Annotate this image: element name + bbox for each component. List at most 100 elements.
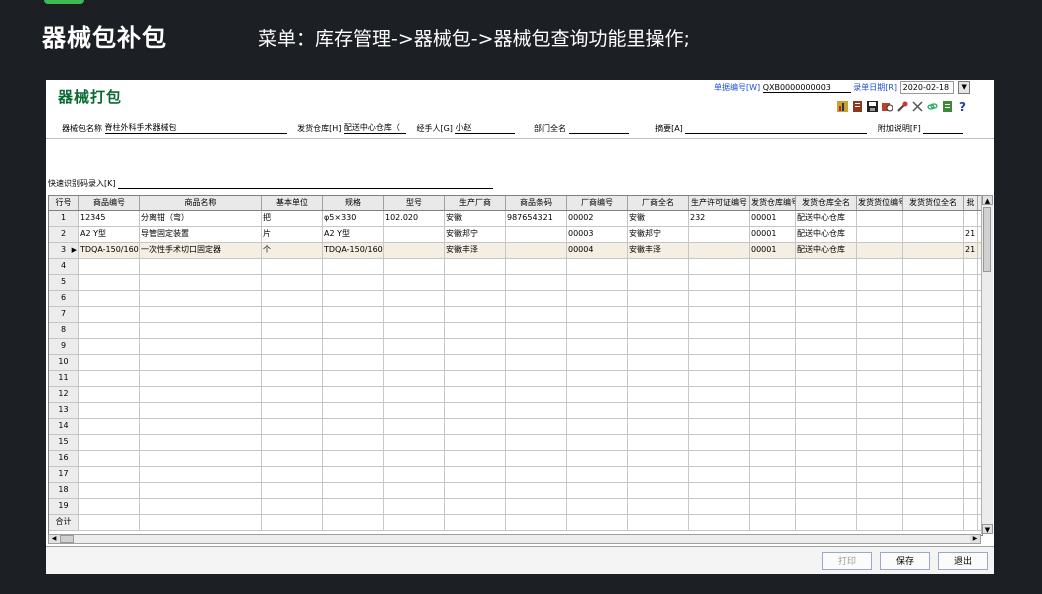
table-cell[interactable] bbox=[628, 291, 689, 306]
table-cell[interactable] bbox=[567, 467, 628, 482]
table-cell[interactable] bbox=[567, 291, 628, 306]
table-cell[interactable] bbox=[384, 483, 445, 498]
table-cell[interactable] bbox=[964, 291, 978, 306]
table-cell[interactable] bbox=[689, 387, 750, 402]
table-cell[interactable] bbox=[506, 451, 567, 466]
scroll-left-icon[interactable]: ◀ bbox=[49, 535, 59, 543]
table-cell[interactable] bbox=[628, 339, 689, 354]
table-cell[interactable] bbox=[903, 339, 964, 354]
table-cell[interactable] bbox=[903, 259, 964, 274]
table-row[interactable]: 6 bbox=[49, 291, 982, 307]
print-preview-icon[interactable] bbox=[881, 100, 894, 113]
table-cell[interactable] bbox=[506, 355, 567, 370]
table-cell[interactable] bbox=[445, 419, 506, 434]
grid-header-cell[interactable]: 厂商编号 bbox=[567, 196, 628, 210]
table-cell[interactable] bbox=[445, 307, 506, 322]
print-button[interactable]: 打印 bbox=[822, 552, 872, 570]
table-cell[interactable] bbox=[903, 307, 964, 322]
table-row[interactable]: 17 bbox=[49, 467, 982, 483]
table-cell[interactable] bbox=[506, 259, 567, 274]
table-cell[interactable] bbox=[567, 323, 628, 338]
table-cell[interactable] bbox=[79, 323, 140, 338]
table-cell[interactable] bbox=[857, 483, 903, 498]
table-cell[interactable] bbox=[689, 339, 750, 354]
table-cell[interactable] bbox=[628, 435, 689, 450]
table-cell[interactable]: 00004 bbox=[567, 243, 628, 258]
table-cell[interactable] bbox=[628, 419, 689, 434]
table-cell[interactable]: 导管固定装置 bbox=[140, 227, 262, 242]
table-cell[interactable]: TDQA-150/160- bbox=[79, 243, 140, 258]
table-cell[interactable] bbox=[140, 435, 262, 450]
table-cell[interactable]: 00002 bbox=[567, 211, 628, 226]
table-cell[interactable] bbox=[857, 499, 903, 514]
table-cell[interactable] bbox=[79, 403, 140, 418]
table-cell[interactable] bbox=[262, 515, 323, 530]
table-cell[interactable] bbox=[964, 467, 978, 482]
table-cell[interactable] bbox=[903, 291, 964, 306]
table-cell[interactable] bbox=[506, 275, 567, 290]
table-cell[interactable] bbox=[79, 307, 140, 322]
table-cell[interactable] bbox=[384, 227, 445, 242]
table-cell[interactable] bbox=[750, 451, 796, 466]
table-cell[interactable] bbox=[857, 339, 903, 354]
table-cell[interactable] bbox=[262, 307, 323, 322]
grid-header-cell[interactable]: 发货货位编号 bbox=[857, 196, 903, 210]
table-cell[interactable] bbox=[689, 403, 750, 418]
table-cell[interactable] bbox=[903, 499, 964, 514]
table-cell[interactable]: 安徽 bbox=[445, 211, 506, 226]
table-cell[interactable] bbox=[323, 307, 384, 322]
table-cell[interactable] bbox=[964, 259, 978, 274]
table-cell[interactable] bbox=[903, 355, 964, 370]
table-cell[interactable] bbox=[857, 259, 903, 274]
table-cell[interactable] bbox=[964, 323, 978, 338]
table-cell[interactable] bbox=[140, 451, 262, 466]
table-row[interactable]: 7 bbox=[49, 307, 982, 323]
table-cell[interactable] bbox=[384, 515, 445, 530]
table-cell[interactable] bbox=[903, 515, 964, 530]
table-row[interactable]: 5 bbox=[49, 275, 982, 291]
table-cell[interactable] bbox=[689, 499, 750, 514]
table-cell[interactable] bbox=[628, 323, 689, 338]
table-cell[interactable] bbox=[689, 483, 750, 498]
table-cell[interactable]: 一次性手术切口固定器 bbox=[140, 243, 262, 258]
table-cell[interactable] bbox=[750, 355, 796, 370]
table-cell[interactable] bbox=[796, 387, 857, 402]
table-cell[interactable] bbox=[79, 419, 140, 434]
table-row[interactable]: 18 bbox=[49, 483, 982, 499]
table-cell[interactable] bbox=[506, 499, 567, 514]
table-cell[interactable] bbox=[323, 435, 384, 450]
table-cell[interactable] bbox=[750, 387, 796, 402]
table-cell[interactable] bbox=[384, 467, 445, 482]
table-cell[interactable] bbox=[796, 339, 857, 354]
table-cell[interactable] bbox=[506, 291, 567, 306]
table-cell[interactable] bbox=[796, 307, 857, 322]
chart-icon[interactable] bbox=[836, 100, 849, 113]
total-row[interactable]: 合计 bbox=[49, 515, 982, 531]
handler-field[interactable]: 小赵 bbox=[455, 122, 516, 134]
table-cell[interactable] bbox=[140, 387, 262, 402]
grid-header-cell[interactable]: 批 bbox=[964, 196, 978, 210]
table-cell[interactable] bbox=[445, 515, 506, 530]
table-cell[interactable] bbox=[796, 419, 857, 434]
table-cell[interactable] bbox=[964, 387, 978, 402]
table-cell[interactable] bbox=[140, 339, 262, 354]
table-cell[interactable] bbox=[796, 515, 857, 530]
table-cell[interactable] bbox=[689, 307, 750, 322]
table-cell[interactable] bbox=[384, 419, 445, 434]
table-cell[interactable] bbox=[384, 339, 445, 354]
table-cell[interactable] bbox=[567, 355, 628, 370]
table-cell[interactable] bbox=[445, 499, 506, 514]
table-cell[interactable] bbox=[567, 403, 628, 418]
table-cell[interactable] bbox=[689, 323, 750, 338]
table-cell[interactable] bbox=[903, 243, 964, 258]
table-row[interactable]: 11 bbox=[49, 371, 982, 387]
grid-header-cell[interactable]: 发货货位全名 bbox=[903, 196, 964, 210]
vertical-scrollbar[interactable]: ▲ ▼ bbox=[981, 195, 993, 534]
table-cell[interactable] bbox=[903, 403, 964, 418]
table-cell[interactable] bbox=[79, 435, 140, 450]
table-cell[interactable] bbox=[140, 515, 262, 530]
table-cell[interactable] bbox=[445, 259, 506, 274]
table-row[interactable]: 16 bbox=[49, 451, 982, 467]
grid-header-cell[interactable]: 发货仓库全名 bbox=[796, 196, 857, 210]
table-cell[interactable] bbox=[262, 323, 323, 338]
